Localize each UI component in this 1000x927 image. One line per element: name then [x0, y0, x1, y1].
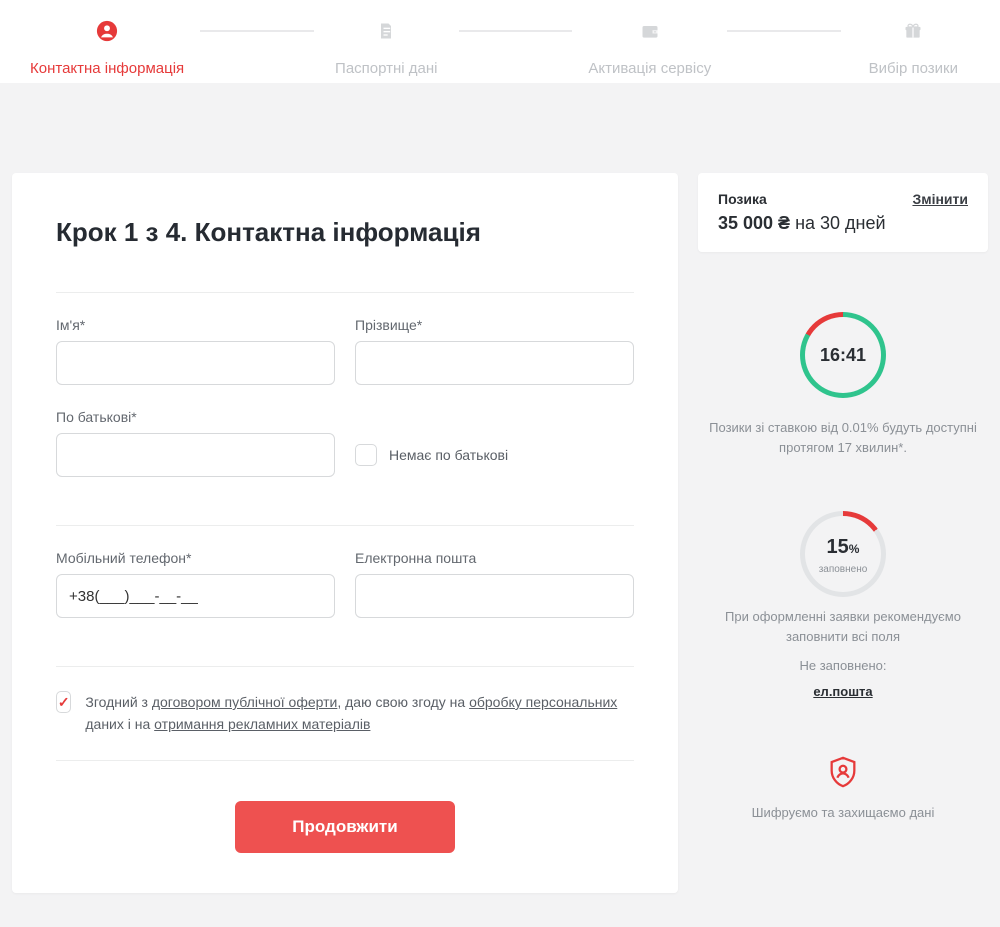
missing-field-link[interactable]: ел.пошта — [813, 684, 872, 699]
step-passport[interactable]: Паспортні дані — [330, 18, 443, 77]
divider — [56, 525, 634, 526]
step-label: Паспортні дані — [335, 60, 437, 77]
consent-text-part: Згодний з — [85, 694, 151, 710]
patronymic-field-wrap: По батькові* — [56, 409, 335, 477]
step-loan-select[interactable]: Вибір позики — [857, 18, 970, 77]
step-label: Контактна інформація — [30, 60, 184, 77]
progress-sub: заповнено — [819, 562, 868, 577]
no-patronymic-label: Немає по батькові — [389, 447, 508, 463]
wallet-icon — [637, 18, 663, 44]
loan-amount: 35 000 ₴ — [718, 213, 790, 233]
loan-amount-line: 35 000 ₴ на 30 дней — [718, 213, 968, 234]
step-activation[interactable]: Активація сервісу — [588, 18, 711, 77]
email-field-wrap: Електронна пошта — [355, 550, 634, 618]
loan-duration: на 30 дней — [790, 213, 885, 233]
timer-block: 16:41 Позики зі ставкою від 0.01% будуть… — [698, 312, 988, 457]
shield-user-icon — [826, 755, 860, 789]
email-input[interactable] — [355, 574, 634, 618]
phone-label: Мобільний телефон* — [56, 550, 335, 566]
personal-data-link[interactable]: обробку персональних — [469, 694, 617, 710]
last-name-label: Прізвище* — [355, 317, 634, 333]
patronymic-input[interactable] — [56, 433, 335, 477]
last-name-input[interactable] — [355, 341, 634, 385]
consent-row: Згодний з договором публічної оферти, да… — [56, 691, 634, 736]
step-divider — [459, 30, 572, 32]
divider — [56, 292, 634, 293]
change-loan-link[interactable]: Змінити — [912, 191, 968, 207]
consent-text-part: даних і на — [85, 716, 154, 732]
progress-note1: При оформленні заявки рекомендуємо запов… — [698, 607, 988, 646]
first-name-input[interactable] — [56, 341, 335, 385]
divider — [56, 760, 634, 761]
consent-text-part: , даю свою згоду на — [337, 694, 469, 710]
progress-note2: Не заповнено: — [698, 656, 988, 676]
timer-note: Позики зі ставкою від 0.01% будуть досту… — [698, 418, 988, 457]
phone-field-wrap: Мобільний телефон* — [56, 550, 335, 618]
progress-value: 15% — [827, 532, 860, 562]
email-label: Електронна пошта — [355, 550, 634, 566]
divider — [56, 666, 634, 667]
continue-button[interactable]: Продовжити — [235, 801, 455, 853]
loan-summary-title: Позика — [718, 191, 767, 207]
timer-circle: 16:41 — [800, 312, 886, 398]
step-label: Вибір позики — [869, 60, 958, 77]
phone-input[interactable] — [56, 574, 335, 618]
no-patronymic-checkbox[interactable] — [355, 444, 377, 466]
progress-circle: 15% заповнено — [800, 511, 886, 597]
security-block: Шифруємо та захищаємо дані — [698, 755, 988, 823]
step-divider — [727, 30, 840, 32]
sidebar: Позика Змінити 35 000 ₴ на 30 дней 16:41… — [698, 173, 988, 893]
no-patronymic-wrap: Немає по батькові — [355, 409, 634, 477]
gift-icon — [900, 18, 926, 44]
first-name-field-wrap: Ім'я* — [56, 317, 335, 385]
progress-block: 15% заповнено При оформленні заявки реко… — [698, 511, 988, 701]
marketing-link[interactable]: отримання рекламних матеріалів — [154, 716, 370, 732]
page-title: Крок 1 з 4. Контактна інформація — [56, 217, 634, 248]
security-note: Шифруємо та захищаємо дані — [752, 803, 935, 823]
step-label: Активація сервісу — [588, 60, 711, 77]
document-icon — [373, 18, 399, 44]
timer-value: 16:41 — [820, 342, 866, 369]
last-name-field-wrap: Прізвище* — [355, 317, 634, 385]
step-divider — [200, 30, 313, 32]
consent-checkbox[interactable] — [56, 691, 71, 713]
offer-contract-link[interactable]: договором публічної оферти — [152, 694, 338, 710]
form-card: Крок 1 з 4. Контактна інформація Ім'я* П… — [12, 173, 678, 893]
loan-summary: Позика Змінити 35 000 ₴ на 30 дней — [698, 173, 988, 252]
step-contact-info[interactable]: Контактна інформація — [30, 18, 184, 77]
first-name-label: Ім'я* — [56, 317, 335, 333]
patronymic-label: По батькові* — [56, 409, 335, 425]
stepper: Контактна інформація Паспортні дані Акти… — [0, 0, 1000, 83]
user-circle-icon — [94, 18, 120, 44]
consent-text: Згодний з договором публічної оферти, да… — [85, 691, 634, 736]
